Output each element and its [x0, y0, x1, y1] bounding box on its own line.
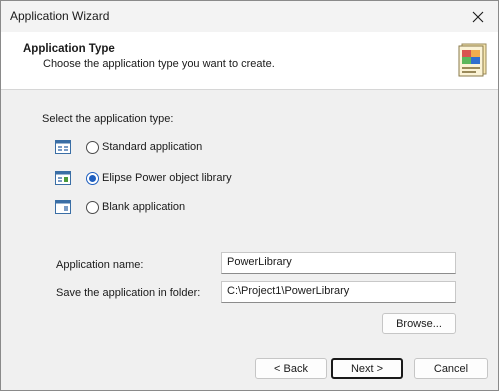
option-standard-application[interactable]: Standard application [55, 138, 202, 156]
close-button[interactable] [458, 1, 498, 32]
radio-blank-application[interactable] [86, 200, 99, 214]
page-subtitle: Choose the application type you want to … [43, 58, 275, 70]
folder-input[interactable]: C:\Project1\PowerLibrary [221, 281, 456, 303]
close-icon [472, 11, 484, 22]
option-label: Blank application [102, 201, 186, 213]
app-name-label: Application name: [56, 259, 144, 271]
title-bar: Application Wizard [1, 1, 498, 32]
wizard-icon [458, 43, 487, 77]
application-wizard-window: Application Wizard Application Type Choo… [0, 0, 499, 391]
browse-button[interactable]: Browse... [382, 313, 456, 334]
cancel-button[interactable]: Cancel [414, 358, 488, 379]
radio-standard-application[interactable] [86, 140, 99, 154]
folder-label: Save the application in folder: [56, 287, 201, 299]
app-type-prompt: Select the application type: [42, 113, 174, 125]
back-button[interactable]: < Back [255, 358, 327, 379]
next-button[interactable]: Next > [331, 358, 403, 379]
option-label: Standard application [102, 141, 203, 153]
object-library-icon [55, 171, 71, 185]
blank-application-icon [55, 200, 71, 214]
option-label: Elipse Power object library [102, 172, 232, 184]
radio-object-library[interactable] [86, 171, 99, 185]
option-blank-application[interactable]: Blank application [55, 198, 185, 216]
window-title: Application Wizard [10, 9, 110, 23]
app-name-input[interactable]: PowerLibrary [221, 252, 456, 274]
application-icon [55, 140, 71, 154]
page-title: Application Type [23, 43, 115, 55]
wizard-header: Application Type Choose the application … [1, 32, 498, 90]
option-object-library[interactable]: Elipse Power object library [55, 169, 232, 187]
